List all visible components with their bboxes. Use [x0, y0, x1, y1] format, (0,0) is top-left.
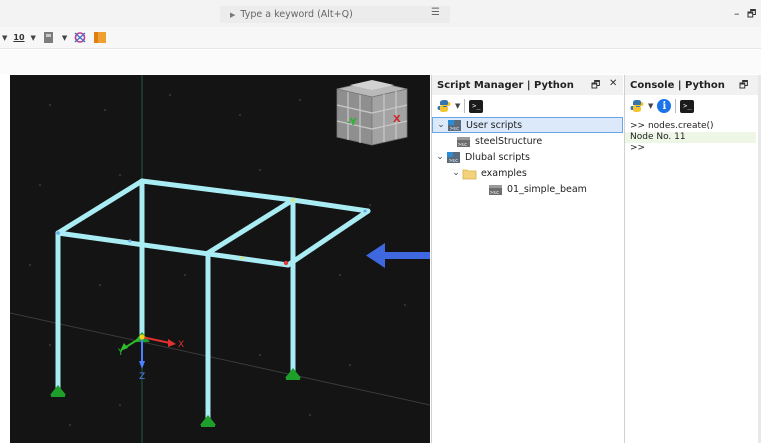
- dropdown-arrow-icon[interactable]: ▼: [62, 34, 67, 42]
- search-box[interactable]: ▶ Type a keyword (Alt+Q) ☰: [220, 6, 450, 23]
- mesh-settings-icon[interactable]: [73, 31, 87, 44]
- float-panel-icon[interactable]: 🗗: [739, 78, 748, 95]
- python-dropdown-icon[interactable]: ▼: [455, 102, 460, 110]
- console-line: >> nodes.create(): [630, 121, 714, 131]
- beam-member[interactable]: [55, 230, 291, 268]
- float-panel-icon[interactable]: 🗗: [591, 78, 600, 95]
- search-options-icon[interactable]: ☰: [431, 7, 440, 18]
- tree-item-user-scripts[interactable]: ⌄ >sc User scripts: [432, 117, 623, 133]
- axis-y-label: Y: [117, 348, 124, 358]
- dropdown-arrow-icon[interactable]: ▼: [2, 34, 7, 42]
- svg-text:>sc: >sc: [490, 190, 499, 196]
- steel-frame[interactable]: [55, 178, 371, 423]
- ribbon-spacer: [0, 50, 761, 74]
- close-panel-icon[interactable]: ✕: [609, 78, 617, 89]
- app-window: ▶ Type a keyword (Alt+Q) ☰ – 🗗 ▼ 10 ▼ ▼: [0, 0, 761, 443]
- script-manager-title: Script Manager | Python: [437, 79, 574, 91]
- restore-button[interactable]: 🗗: [747, 7, 756, 24]
- tree-item-dlubal-scripts[interactable]: ⌄ >sc Dlubal scripts: [432, 149, 623, 165]
- script-tree: ⌄ >sc User scripts >sc steelStructure ⌄ …: [432, 117, 623, 197]
- console-panel: Console | Python 🗗 ▼ i >_ >> nodes.creat…: [624, 75, 761, 443]
- svg-text:>sc: >sc: [449, 158, 458, 164]
- tree-item-label: Dlubal scripts: [465, 151, 530, 163]
- support-icon: [285, 368, 301, 378]
- double-arrow-icon: [366, 243, 430, 268]
- chevron-down-icon[interactable]: ⌄: [435, 120, 447, 130]
- beam-member[interactable]: [285, 208, 371, 268]
- console-toolbar: ▼ i >_: [625, 95, 761, 117]
- grid-dots: [29, 94, 406, 426]
- beam-member[interactable]: [139, 178, 296, 203]
- chevron-down-icon[interactable]: ⌄: [434, 152, 446, 162]
- tree-item-01-simple-beam[interactable]: >sc 01_simple_beam: [432, 181, 623, 197]
- beam-member[interactable]: [55, 178, 145, 236]
- tree-item-label: examples: [481, 167, 527, 179]
- render-solid-icon[interactable]: [93, 31, 107, 44]
- ground-guide-line: [10, 312, 430, 406]
- tree-item-examples[interactable]: ⌄ examples: [432, 165, 623, 181]
- chevron-down-icon[interactable]: ⌄: [450, 168, 462, 178]
- toolbar-separator: [464, 99, 466, 113]
- support-icon: [200, 415, 216, 425]
- dropdown-arrow-icon[interactable]: ▼: [31, 34, 36, 42]
- toolbar-separator: [675, 99, 677, 113]
- view-cube[interactable]: [336, 80, 408, 146]
- python-dropdown-icon[interactable]: ▼: [648, 102, 653, 110]
- tree-item-label: steelStructure: [475, 135, 543, 147]
- tree-item-label: 01_simple_beam: [507, 183, 587, 195]
- tree-item-steelstructure[interactable]: >sc steelStructure: [432, 133, 623, 149]
- title-bar: ▶ Type a keyword (Alt+Q) ☰ – 🗗: [0, 0, 761, 27]
- terminal-icon[interactable]: >_: [680, 99, 695, 113]
- axis-z-label: Z: [139, 372, 145, 382]
- console-title: Console | Python: [630, 79, 725, 91]
- script-manager-title-bar: Script Manager | Python 🗗 ✕: [432, 75, 623, 95]
- beam-member[interactable]: [205, 197, 296, 256]
- python-icon[interactable]: [437, 99, 451, 113]
- console-line: >>: [630, 143, 646, 153]
- beam-member[interactable]: [290, 197, 371, 214]
- script-manager-panel: Script Manager | Python 🗗 ✕ ▼ >_ ⌄ >sc U…: [431, 75, 623, 443]
- support-markers[interactable]: [50, 332, 301, 427]
- console-title-bar: Console | Python 🗗: [625, 75, 761, 95]
- search-dropdown-icon[interactable]: ▶: [230, 11, 235, 19]
- script-folder-icon: >sc: [447, 119, 462, 132]
- folder-icon: [462, 167, 477, 180]
- toolbar: ▼ 10 ▼ ▼: [0, 27, 761, 49]
- search-placeholder: Type a keyword (Alt+Q): [240, 9, 353, 20]
- tree-item-label: User scripts: [466, 119, 523, 131]
- script-manager-toolbar: ▼ >_: [432, 95, 623, 117]
- terminal-icon[interactable]: >_: [469, 99, 484, 113]
- python-script-icon: >sc: [456, 135, 471, 148]
- axis-x-label: X: [178, 340, 184, 350]
- info-icon[interactable]: i: [657, 99, 672, 113]
- model-viewport[interactable]: X Y Z -Y X: [10, 75, 430, 443]
- view-cube-side-label[interactable]: X: [393, 114, 401, 125]
- svg-text:>sc: >sc: [450, 126, 459, 132]
- svg-text:>sc: >sc: [458, 142, 467, 148]
- python-script-icon: >sc: [488, 183, 503, 196]
- python-icon[interactable]: [630, 99, 644, 113]
- dimension-tool-button[interactable]: 10: [13, 33, 24, 42]
- view-cube-front-label[interactable]: -Y: [347, 117, 358, 128]
- script-folder-icon: >sc: [446, 151, 461, 164]
- viewport-canvas[interactable]: X Y Z -Y X: [10, 75, 430, 443]
- minimize-button[interactable]: –: [734, 7, 740, 20]
- support-icon: [50, 385, 66, 395]
- section-view-icon[interactable]: [42, 31, 56, 44]
- console-output[interactable]: >> nodes.create() Node No. 11 >>: [625, 117, 761, 158]
- console-line-output: Node No. 11: [625, 132, 756, 143]
